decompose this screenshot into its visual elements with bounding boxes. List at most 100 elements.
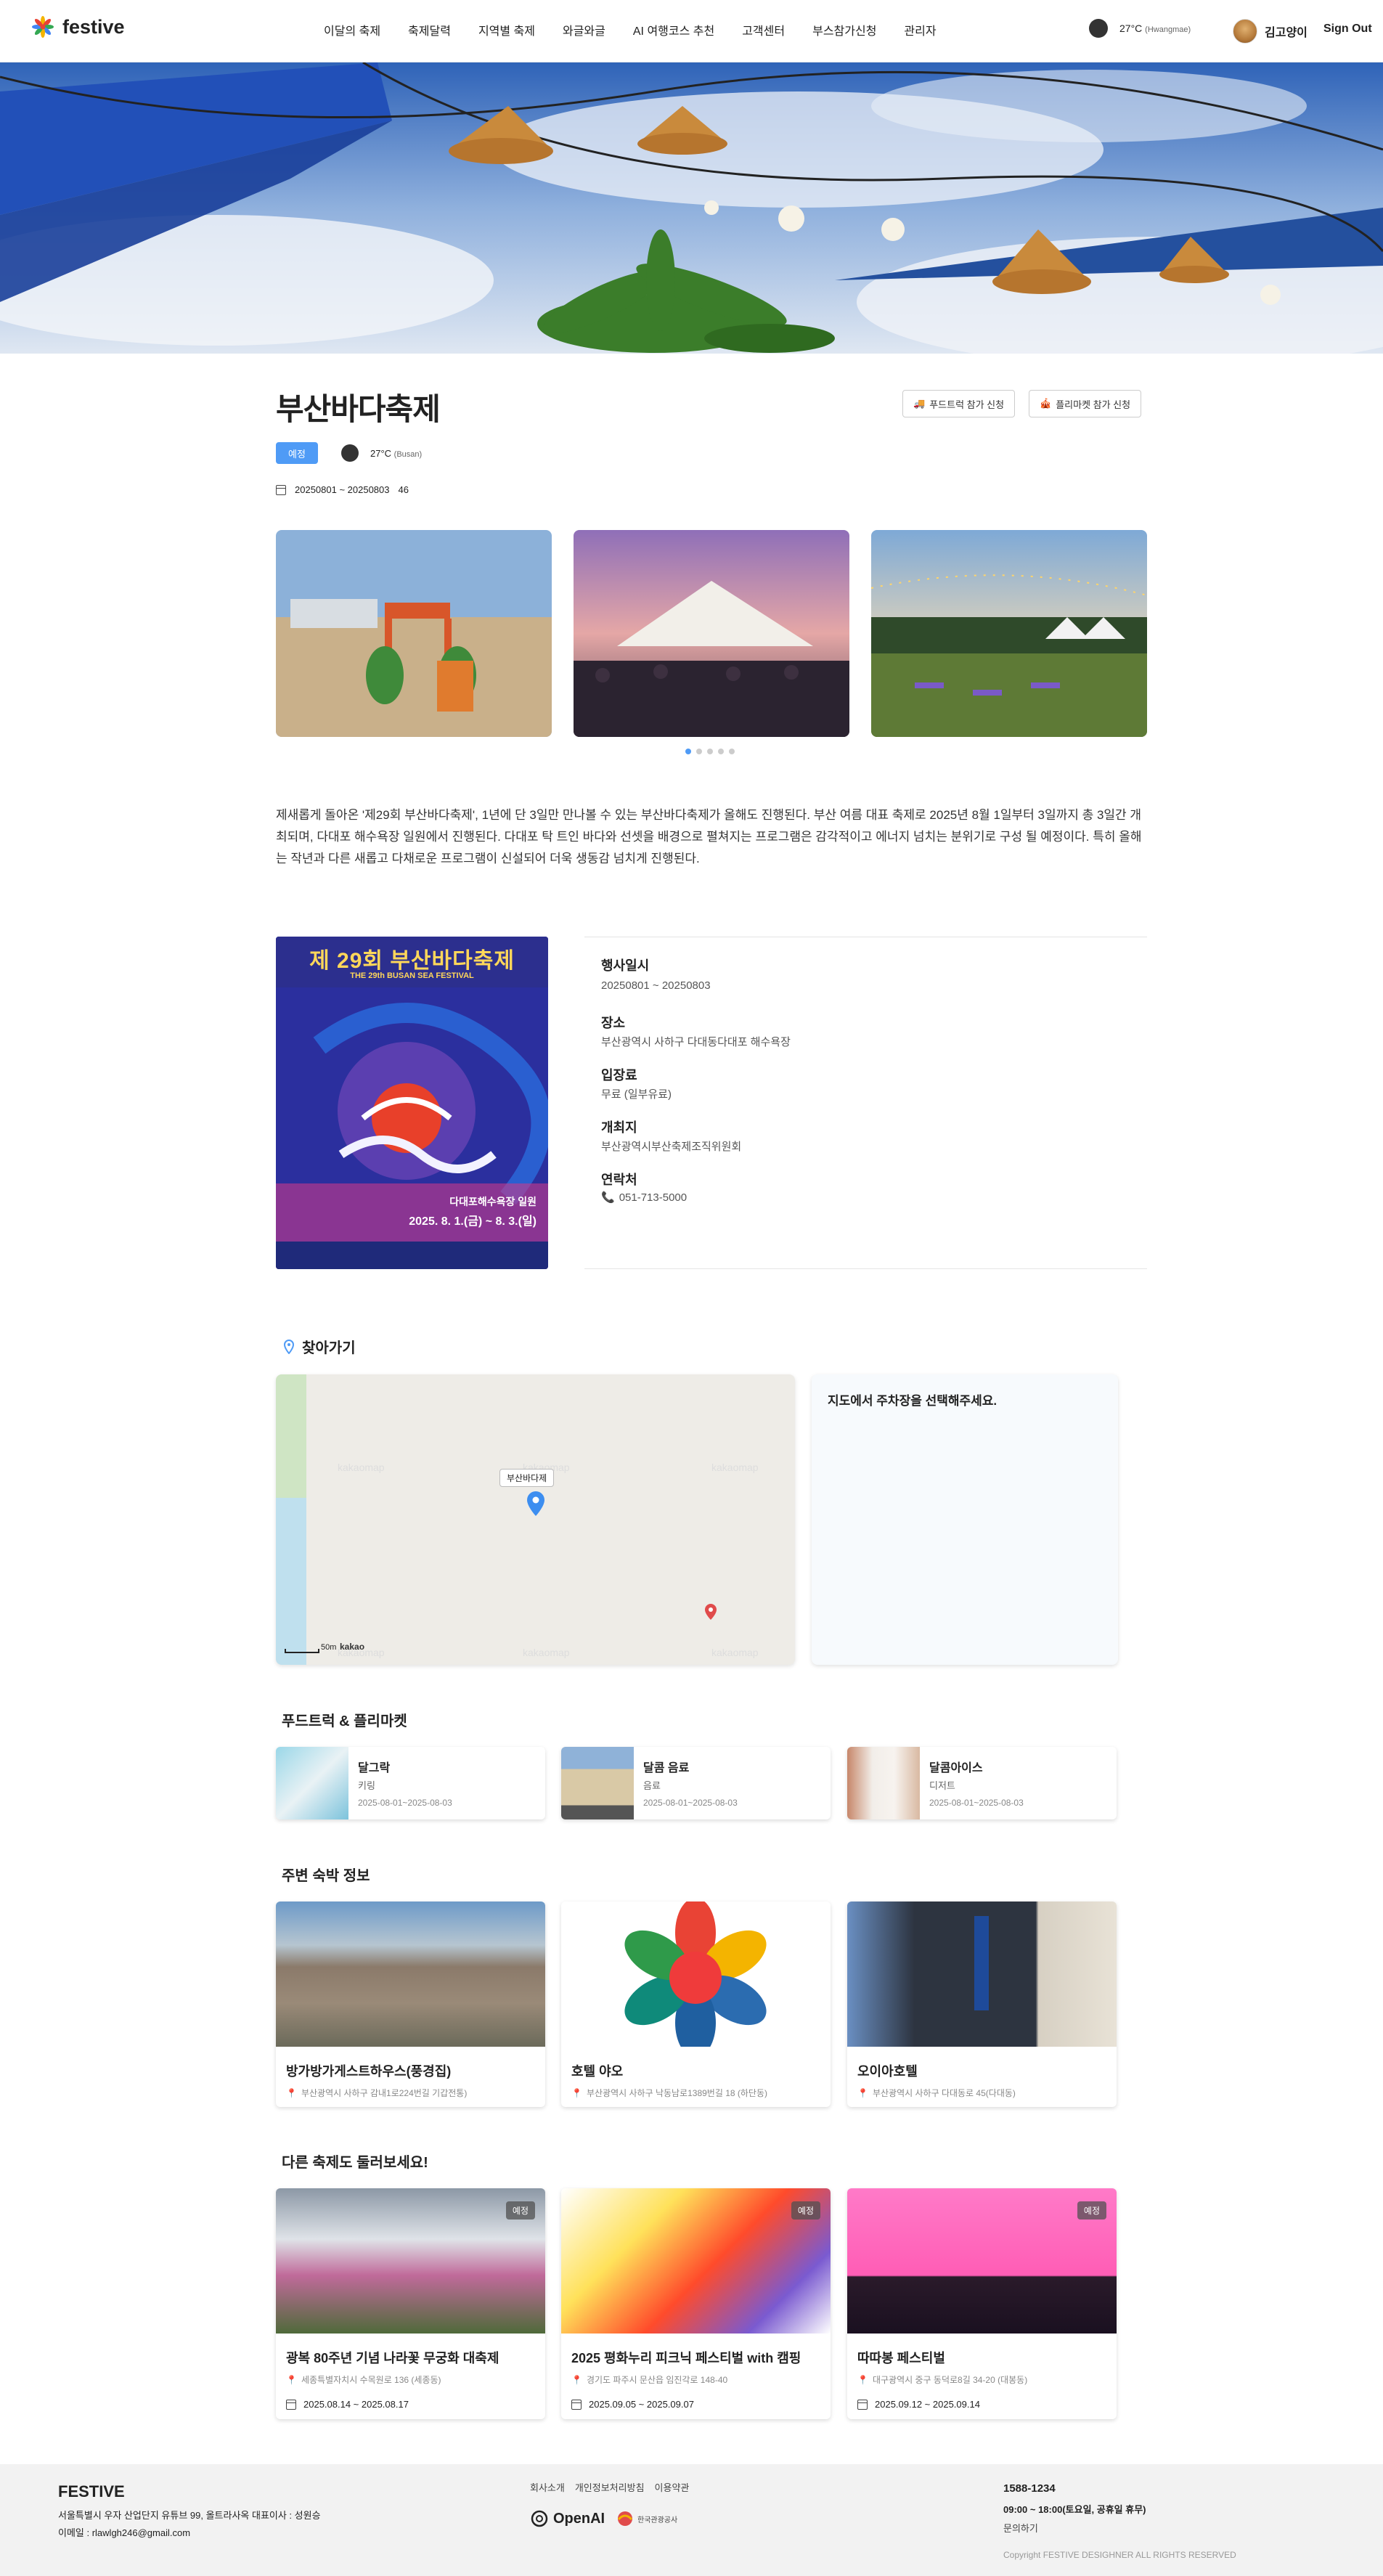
lodging-image xyxy=(276,1902,545,2047)
gallery-dot[interactable] xyxy=(718,749,724,754)
festival-card-address: 세종특별자치시 수목원로 136 (세종동) xyxy=(301,2375,441,2385)
lodging-card[interactable]: 방가방가게스트하우스(풍경집) 📍 부산광역시 사하구 감내1로224번길 기갑전… xyxy=(276,1902,545,2107)
lodging-name: 방가방가게스트하우스(풍경집) xyxy=(286,2064,452,2079)
lodging-section-title: 주변 숙박 정보 xyxy=(282,1868,370,1884)
location-pin-icon: 📍 xyxy=(571,2087,582,2098)
footer: FESTIVE 서울특별시 우자 산업단지 유튜브 99, 올트라사옥 대표이사… xyxy=(0,2464,1383,2576)
food-card[interactable]: 달그락 키링 2025-08-01~2025-08-03 xyxy=(276,1747,545,1819)
fleamarket-apply-label: 플리마켓 참가 신청 xyxy=(1056,399,1131,410)
food-section-title: 푸드트럭 & 플리마켓 xyxy=(282,1713,407,1729)
nav-festival-calendar[interactable]: 축제달력 xyxy=(408,21,451,38)
status-badge: 예정 xyxy=(791,2201,820,2220)
weather-widget: 27°C (Hwangmae) xyxy=(1089,19,1191,38)
footer-inquiry[interactable]: 문의하기 xyxy=(1003,2521,1038,2535)
festival-card-name: 광복 80주년 기념 나라꽃 무궁화 대축제 xyxy=(286,2351,499,2365)
food-name: 달콤아이스 xyxy=(929,1762,983,1774)
calendar-icon xyxy=(286,2399,296,2410)
gallery-image-1[interactable] xyxy=(276,530,552,737)
location-pin-icon: 📍 xyxy=(571,2374,582,2385)
poster-title: 제 29회 부산바다축제 xyxy=(309,949,515,973)
festival-card[interactable]: 예정 2025 평화누리 피크닉 페스티벌 with 캠핑 📍 경기도 파주시 문… xyxy=(561,2188,831,2419)
contact-row: 📞 051-713-5000 xyxy=(601,1191,687,1205)
nav-ai-course[interactable]: AI 여행코스 추천 xyxy=(633,21,714,38)
brand-name: festive xyxy=(62,15,125,38)
gallery-dot[interactable] xyxy=(696,749,702,754)
fleamarket-apply-button[interactable]: 🎪 플리마켓 참가 신청 xyxy=(1029,390,1142,417)
contact-value[interactable]: 051-713-5000 xyxy=(619,1191,687,1204)
nav-monthly-festivals[interactable]: 이달의 축제 xyxy=(324,21,380,38)
weather-temp: 27°C xyxy=(1119,23,1143,34)
hero-banner xyxy=(0,62,1383,354)
user-menu[interactable]: 김고양이 xyxy=(1233,19,1307,44)
gallery-dot[interactable] xyxy=(707,749,713,754)
festival-card-image xyxy=(276,2188,545,2334)
nav-regional-festivals[interactable]: 지역별 축제 xyxy=(478,21,535,38)
gallery-dot[interactable] xyxy=(729,749,735,754)
festival-card-image xyxy=(561,2188,831,2334)
lodging-address-row: 📍 부산광역시 사하구 낙동남로1389번길 18 (하단동) xyxy=(571,2087,767,2099)
gallery-image-2[interactable] xyxy=(574,530,849,737)
lodging-card[interactable]: 오이아호텔 📍 부산광역시 사하구 다대동로 45(다대동) xyxy=(847,1902,1117,2107)
avatar xyxy=(1233,19,1257,44)
food-name: 달그락 xyxy=(358,1762,391,1774)
food-category: 디저트 xyxy=(929,1780,955,1791)
food-card[interactable]: 달콤아이스 디저트 2025-08-01~2025-08-03 xyxy=(847,1747,1117,1819)
parking-panel: 지도에서 주차장을 선택해주세요. xyxy=(812,1374,1118,1665)
lodging-card[interactable]: 호텔 야오 📍 부산광역시 사하구 낙동남로1389번길 18 (하단동) xyxy=(561,1902,831,2107)
map-view[interactable]: kakaomap kakaomap kakaomap kakaomap kaka… xyxy=(276,1374,795,1665)
directions-title-text: 찾아가기 xyxy=(302,1340,356,1356)
festival-dates-row: 20250801 ~ 20250803 46 xyxy=(276,484,409,495)
openai-icon xyxy=(531,2510,548,2527)
footer-address: 서울특별시 우자 산업단지 유튜브 99, 올트라사옥 대표이사 : 성원승 xyxy=(58,2510,321,2521)
logo[interactable]: festive xyxy=(30,15,125,39)
sign-out-button[interactable]: Sign Out xyxy=(1323,23,1372,36)
footer-link-terms[interactable]: 이용약관 xyxy=(655,2480,690,2494)
date-value: 20250801 ~ 20250803 xyxy=(601,979,711,992)
phone-icon: 📞 xyxy=(601,1191,615,1204)
parking-marker-icon[interactable] xyxy=(704,1603,717,1621)
nav-community[interactable]: 와글와글 xyxy=(563,21,605,38)
nav-booth-apply[interactable]: 부스참가신청 xyxy=(812,21,876,38)
map-marker-label: 부산바다제 xyxy=(499,1469,555,1487)
festival-card-address: 경기도 파주시 문산읍 임진각로 148-40 xyxy=(586,2375,728,2385)
food-category: 키링 xyxy=(358,1780,375,1791)
map-watermark: kakaomap xyxy=(338,1462,385,1473)
lodging-address-row: 📍 부산광역시 사하구 감내1로224번길 기갑전통) xyxy=(286,2087,467,2099)
lodging-name: 호텔 야오 xyxy=(571,2064,624,2079)
location-pin-icon: 📍 xyxy=(857,2374,868,2385)
parking-prompt: 지도에서 주차장을 선택해주세요. xyxy=(828,1394,998,1408)
festival-info: 행사일시 20250801 ~ 20250803 장소 부산광역시 사하구 다대… xyxy=(584,937,1147,1269)
map-scale-text: 50m xyxy=(321,1643,337,1652)
calendar-icon xyxy=(571,2399,582,2410)
festival-card-address-row: 📍 세종특별자치시 수목원로 136 (세종동) xyxy=(286,2373,441,2386)
footer-email: 이메일 : rlawlgh246@gmail.com xyxy=(58,2527,191,2538)
food-thumbnail xyxy=(847,1747,920,1819)
festival-title: 부산바다축제 xyxy=(276,392,441,426)
nav-admin[interactable]: 관리자 xyxy=(904,21,936,38)
footer-link-privacy[interactable]: 개인정보처리방침 xyxy=(575,2480,645,2494)
footer-brand: FESTIVE xyxy=(58,2482,125,2500)
kto-text: 한국관광공사 xyxy=(637,2516,678,2524)
foodtruck-apply-button[interactable]: 🚚 푸드트럭 참가 신청 xyxy=(902,390,1016,417)
fee-value: 무료 (일부유료) xyxy=(601,1088,672,1101)
food-card[interactable]: 달콤 음료 음료 2025-08-01~2025-08-03 xyxy=(561,1747,831,1819)
moon-icon xyxy=(1089,19,1108,38)
gallery-image-3[interactable] xyxy=(871,530,1147,737)
map-marker-icon[interactable] xyxy=(526,1491,545,1517)
footer-hours: 09:00 ~ 18:00(토요일, 공휴일 휴무) xyxy=(1003,2504,1146,2515)
festival-card[interactable]: 예정 광복 80주년 기념 나라꽃 무궁화 대축제 📍 세종특별자치시 수목원로 … xyxy=(276,2188,545,2419)
festival-card[interactable]: 예정 따따봉 페스티벌 📍 대구광역시 중구 동덕로8길 34-20 (대봉동) … xyxy=(847,2188,1117,2419)
location-pin-icon xyxy=(283,1339,295,1354)
lodging-address-row: 📍 부산광역시 사하구 다대동로 45(다대동) xyxy=(857,2087,1016,2099)
food-thumbnail xyxy=(561,1747,634,1819)
festival-card-dates: 2025.09.05 ~ 2025.09.07 xyxy=(589,2399,694,2410)
calendar-icon xyxy=(857,2399,868,2410)
footer-link-about[interactable]: 회사소개 xyxy=(530,2480,565,2494)
lodging-name: 오이아호텔 xyxy=(857,2064,918,2079)
footer-copyright: Copyright FESTIVE DESIGHNER ALL RIGHTS R… xyxy=(1003,2550,1236,2560)
kto-logo: 한국관광공사 xyxy=(616,2509,677,2528)
nav-customer-center[interactable]: 고객센터 xyxy=(742,21,785,38)
food-dates: 2025-08-01~2025-08-03 xyxy=(643,1798,738,1808)
gallery-dot[interactable] xyxy=(685,749,691,754)
gallery-pagination xyxy=(685,749,735,754)
